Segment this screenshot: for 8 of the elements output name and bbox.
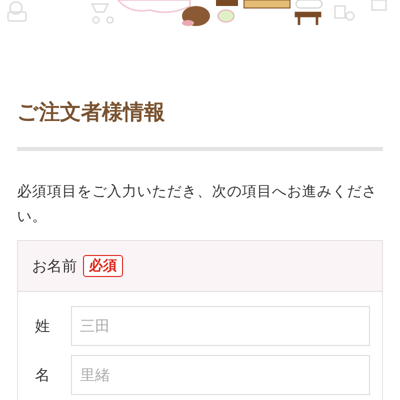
input-field[interactable]: 里緒 <box>71 355 370 395</box>
field-label: 姓 <box>35 316 51 336</box>
group-label: お名前 <box>32 256 77 276</box>
section-title: ご注文者様情報 <box>17 99 166 126</box>
field-label: 名 <box>35 366 51 384</box>
input-field[interactable]: 三田 <box>71 306 370 346</box>
required-badge: 必須 <box>83 255 123 277</box>
intro-text: 必須項目をご入力いただき、次の項目へお進みください。 <box>17 183 378 227</box>
